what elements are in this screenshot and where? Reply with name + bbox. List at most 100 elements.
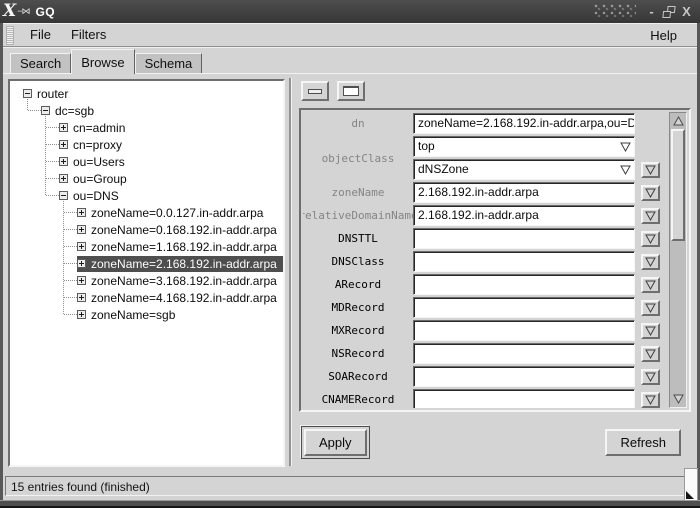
attribute-label: DNSClass [303,251,413,272]
tree-item-label: zoneName=0.0.127.in-addr.arpa [91,206,263,220]
attribute-menu-button[interactable] [641,346,660,362]
attribute-value-input[interactable]: 2.168.192.in-addr.arpa [413,182,635,203]
attribute-button-column [635,274,665,295]
tab-schema[interactable]: Schema [135,53,203,73]
attribute-value-input[interactable] [413,274,635,295]
attribute-menu-button[interactable] [641,208,660,224]
pane-divider[interactable] [289,78,291,466]
ldap-tree: routerdc=sgb cn=admin cn=proxyou=Usersou=G… [10,81,283,323]
expand-expander-icon[interactable] [59,140,68,149]
tree-item[interactable]: ou=Group [59,171,283,187]
collapse-expander-icon[interactable] [59,191,68,200]
combo-dropdown-icon[interactable] [618,163,632,176]
scrollbar-thumb[interactable] [671,129,685,241]
expand-expander-icon[interactable] [77,310,86,319]
status-message: 15 entries found (finished) [5,476,693,496]
menu-filters[interactable]: Filters [61,24,116,45]
window-bottom-frame[interactable] [0,500,700,508]
tree-item[interactable]: dc=sgb [41,103,283,119]
attribute-values [413,228,635,249]
attribute-menu-button[interactable] [641,277,660,293]
tree-row: zoneName=2.168.192.in-addr.arpa [10,255,283,272]
tree-item[interactable]: zoneName=2.168.192.in-addr.arpa [77,256,283,272]
collapse-entries-button[interactable] [301,81,329,101]
tree-row: dc=sgb [10,102,283,119]
maximize-button-icon[interactable] [662,6,675,18]
tree-item-label: cn=admin [73,121,125,135]
attributes-form: dnzoneName=2.168.192.in-addr.arpa,ou=Dob… [303,113,665,408]
refresh-button[interactable]: Refresh [605,429,681,456]
attribute-value-input[interactable]: top [413,136,635,157]
tab-search[interactable]: Search [10,53,71,73]
menubar-grip-handle[interactable] [6,26,14,45]
menu-file[interactable]: File [20,24,61,45]
form-scrollbar[interactable] [669,112,687,408]
tree-line [46,178,59,179]
attribute-value-input[interactable]: dNSZone [413,159,635,180]
attribute-menu-button[interactable] [641,185,660,201]
tree-item[interactable]: zoneName=4.168.192.in-addr.arpa [77,290,283,306]
expand-expander-icon[interactable] [77,276,86,285]
expand-expander-icon[interactable] [77,225,86,234]
attribute-menu-button[interactable] [641,162,660,178]
editor-toolbar [301,81,365,101]
expand-expander-icon[interactable] [59,157,68,166]
attribute-value-input[interactable] [413,228,635,249]
attribute-value-input[interactable] [413,297,635,318]
tree-item[interactable]: cn=proxy [59,137,283,153]
attribute-row: relativeDomainName2.168.192.in-addr.arpa [303,205,665,226]
titlebar[interactable]: X −⋈ GQ - X [0,0,700,23]
menubar-items: FileFilters [20,26,116,44]
expand-expander-icon[interactable] [77,242,86,251]
attribute-menu-triangle-icon [645,324,656,339]
scroll-up-icon[interactable] [671,114,685,128]
collapse-expander-icon[interactable] [41,106,50,115]
attribute-button-column [635,113,665,134]
attribute-menu-button[interactable] [641,300,660,316]
expand-expander-icon[interactable] [77,293,86,302]
attribute-menu-triangle-icon [645,370,656,385]
attribute-menu-button[interactable] [641,323,660,339]
attribute-label: DNSTTL [303,228,413,249]
expand-expander-icon[interactable] [59,123,68,132]
tab-browse[interactable]: Browse [71,49,134,74]
attribute-value-input[interactable]: zoneName=2.168.192.in-addr.arpa,ou=D [413,113,635,134]
attribute-value-input[interactable] [413,251,635,272]
ldap-tree-panel[interactable]: routerdc=sgb cn=admin cn=proxyou=Usersou=G… [8,79,285,467]
close-button-icon[interactable]: X [679,4,694,20]
menu-help[interactable]: Help [640,25,687,46]
expand-expander-icon[interactable] [77,259,86,268]
notebook-tabs: SearchBrowseSchema [3,47,697,73]
tree-item-label: zoneName=2.168.192.in-addr.arpa [91,257,277,271]
attribute-value-input[interactable] [413,320,635,341]
attribute-value-input[interactable] [413,389,635,408]
tree-item[interactable]: zoneName=1.168.192.in-addr.arpa [77,239,283,255]
expand-expander-icon[interactable] [59,174,68,183]
attribute-menu-button[interactable] [641,231,660,247]
minimize-button-icon[interactable]: - [644,4,659,20]
attribute-row: SOARecord [303,366,665,387]
tree-line [46,195,59,196]
attribute-value-input[interactable] [413,366,635,387]
attribute-row: MXRecord [303,320,665,341]
tree-item[interactable]: zoneName=sgb [77,307,283,323]
apply-button[interactable]: Apply [304,429,367,456]
combo-dropdown-icon[interactable] [618,140,632,153]
tree-item[interactable]: ou=DNS [59,188,283,204]
tree-item[interactable]: ou=Users [59,154,283,170]
attribute-value-input[interactable] [413,343,635,364]
attribute-menu-button[interactable] [641,254,660,270]
expand-entries-button[interactable] [337,81,365,101]
tree-item[interactable]: router [23,86,283,102]
scroll-down-icon[interactable] [671,392,685,406]
expand-expander-icon[interactable] [77,208,86,217]
tree-item[interactable]: zoneName=0.168.192.in-addr.arpa [77,222,283,238]
attribute-menu-button[interactable] [641,392,660,408]
attribute-menu-button[interactable] [641,369,660,385]
collapse-expander-icon[interactable] [23,89,32,98]
tree-item[interactable]: zoneName=0.0.127.in-addr.arpa [77,205,283,221]
resize-grip[interactable] [684,468,698,501]
tree-item[interactable]: cn=admin [59,120,283,136]
tree-item[interactable]: zoneName=3.168.192.in-addr.arpa [77,273,283,289]
attribute-value-input[interactable]: 2.168.192.in-addr.arpa [413,205,635,226]
